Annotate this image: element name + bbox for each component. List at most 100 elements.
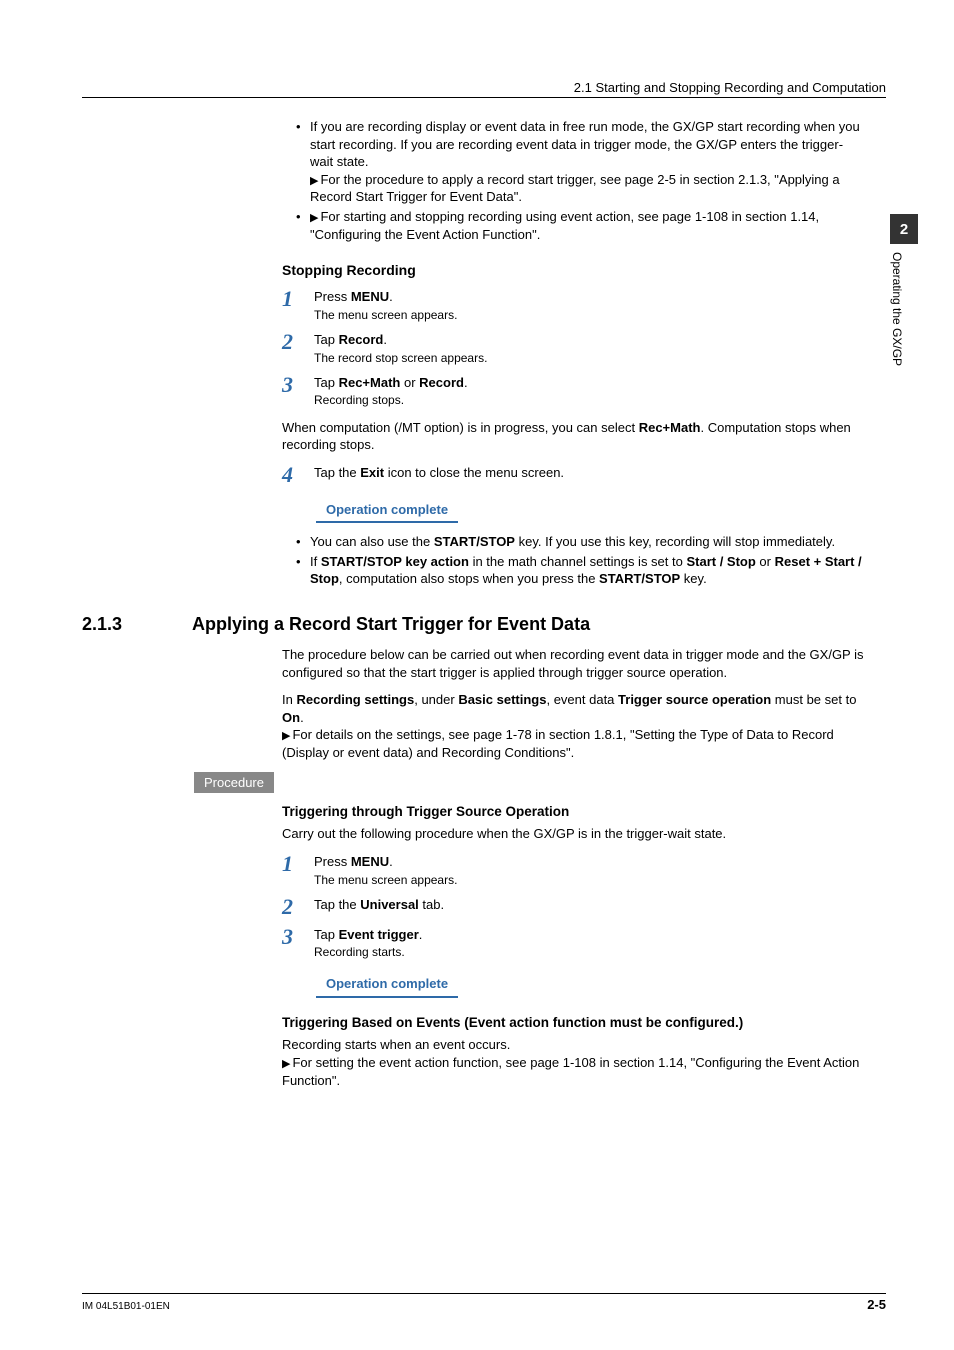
step-note: Recording starts. [314, 944, 864, 960]
step-text: . [464, 375, 468, 390]
reference-line: For details on the settings, see page 1-… [282, 726, 864, 761]
reference-arrow-icon [282, 727, 292, 742]
para-bold: On [282, 710, 300, 725]
bullet-bold: START/STOP key action [321, 554, 469, 569]
subheading-trigger-source: Triggering through Trigger Source Operat… [282, 803, 864, 821]
step-text: . [383, 332, 387, 347]
para-bold: Basic settings [458, 692, 546, 707]
bullet-bold: Start / Stop [686, 554, 755, 569]
running-header: 2.1 Starting and Stopping Recording and … [574, 80, 886, 95]
list-item: If START/STOP key action in the math cha… [296, 553, 864, 588]
subheading-stopping-recording: Stopping Recording [282, 261, 864, 280]
step-text: . [419, 927, 423, 942]
paragraph: Carry out the following procedure when t… [282, 825, 864, 843]
paragraph: When computation (/MT option) is in prog… [282, 419, 864, 454]
operation-complete-badge: Operation complete [316, 972, 458, 998]
para-text: , under [414, 692, 458, 707]
para-text: , event data [546, 692, 618, 707]
reference-arrow-icon [282, 1055, 292, 1070]
list-item: You can also use the START/STOP key. If … [296, 533, 864, 551]
step-2: 2 Tap the Universal tab. [282, 896, 864, 918]
bullet-text: key. [680, 571, 707, 586]
section-title: Applying a Record Start Trigger for Even… [192, 612, 590, 636]
step-bold: Record [339, 332, 384, 347]
bullet-text: in the math channel settings is set to [469, 554, 687, 569]
step-text: Tap the [314, 465, 360, 480]
step-text: Press [314, 289, 351, 304]
section-heading-2-1-3: 2.1.3 Applying a Record Start Trigger fo… [82, 612, 864, 636]
para-bold: Trigger source operation [618, 692, 771, 707]
para-text: In [282, 692, 296, 707]
step-2: 2 Tap Record. The record stop screen app… [282, 331, 864, 366]
chapter-tab: 2 Operating the GX/GP [890, 214, 918, 366]
step-bold: MENU [351, 289, 389, 304]
step-number: 3 [282, 926, 314, 948]
reference-arrow-icon [310, 209, 320, 224]
para-text: . [300, 710, 304, 725]
reference-arrow-icon [310, 172, 320, 187]
step-text: . [389, 854, 393, 869]
step-text: Tap [314, 927, 339, 942]
subheading-trigger-events: Triggering Based on Events (Event action… [282, 1014, 864, 1032]
step-number: 4 [282, 464, 314, 486]
footer-page-number: 2-5 [867, 1297, 886, 1312]
para-text: must be set to [771, 692, 856, 707]
bullet-text: or [756, 554, 775, 569]
para-text: When computation (/MT option) is in prog… [282, 420, 639, 435]
reference-text: For details on the settings, see page 1-… [282, 727, 834, 760]
step-1: 1 Press MENU. The menu screen appears. [282, 853, 864, 888]
step-number: 1 [282, 853, 314, 875]
step-text: Press [314, 854, 351, 869]
bullet-bold: START/STOP [434, 534, 515, 549]
step-bold: Universal [360, 897, 419, 912]
reference-text: For the procedure to apply a record star… [310, 172, 840, 205]
step-bold: Exit [360, 465, 384, 480]
bullet-text: You can also use the [310, 534, 434, 549]
step-3: 3 Tap Event trigger. Recording starts. [282, 926, 864, 961]
step-bold: Record [419, 375, 464, 390]
intro-bullet-list: If you are recording display or event da… [282, 118, 864, 243]
step-text: tab. [419, 897, 444, 912]
reference-line: For setting the event action function, s… [282, 1054, 864, 1089]
bullet-text: If [310, 554, 321, 569]
step-number: 3 [282, 374, 314, 396]
reference-text: For starting and stopping recording usin… [310, 209, 819, 242]
chapter-tab-number: 2 [890, 214, 918, 244]
step-text: or [400, 375, 419, 390]
step-text: Tap [314, 332, 339, 347]
step-note: The menu screen appears. [314, 307, 864, 323]
paragraph: In Recording settings, under Basic setti… [282, 691, 864, 726]
step-text: icon to close the menu screen. [384, 465, 564, 480]
step-number: 1 [282, 288, 314, 310]
para-bold: Rec+Math [639, 420, 701, 435]
bullet-bold: START/STOP [599, 571, 680, 586]
step-3: 3 Tap Rec+Math or Record. Recording stop… [282, 374, 864, 409]
step-bold: Event trigger [339, 927, 419, 942]
list-item: For starting and stopping recording usin… [296, 208, 864, 243]
paragraph: The procedure below can be carried out w… [282, 646, 864, 681]
para-bold: Recording settings [296, 692, 414, 707]
step-1: 1 Press MENU. The menu screen appears. [282, 288, 864, 323]
step-note: Recording stops. [314, 392, 864, 408]
post-bullet-list: You can also use the START/STOP key. If … [282, 533, 864, 588]
chapter-tab-label: Operating the GX/GP [890, 252, 904, 366]
step-note: The menu screen appears. [314, 872, 864, 888]
step-text: Tap [314, 375, 339, 390]
step-text: Tap the [314, 897, 360, 912]
section-number: 2.1.3 [82, 612, 192, 636]
operation-complete-badge: Operation complete [316, 498, 458, 524]
step-4: 4 Tap the Exit icon to close the menu sc… [282, 464, 864, 486]
list-item: If you are recording display or event da… [296, 118, 864, 206]
step-text: . [389, 289, 393, 304]
bullet-text: If you are recording display or event da… [310, 119, 860, 169]
footer-doc-id: IM 04L51B01-01EN [82, 1301, 170, 1312]
paragraph: Recording starts when an event occurs. [282, 1036, 864, 1054]
reference-text: For setting the event action function, s… [282, 1055, 859, 1088]
bullet-text: , computation also stops when you press … [339, 571, 599, 586]
bullet-text: key. If you use this key, recording will… [515, 534, 835, 549]
step-number: 2 [282, 896, 314, 918]
step-bold: Rec+Math [339, 375, 401, 390]
step-number: 2 [282, 331, 314, 353]
procedure-label: Procedure [194, 772, 274, 794]
step-bold: MENU [351, 854, 389, 869]
